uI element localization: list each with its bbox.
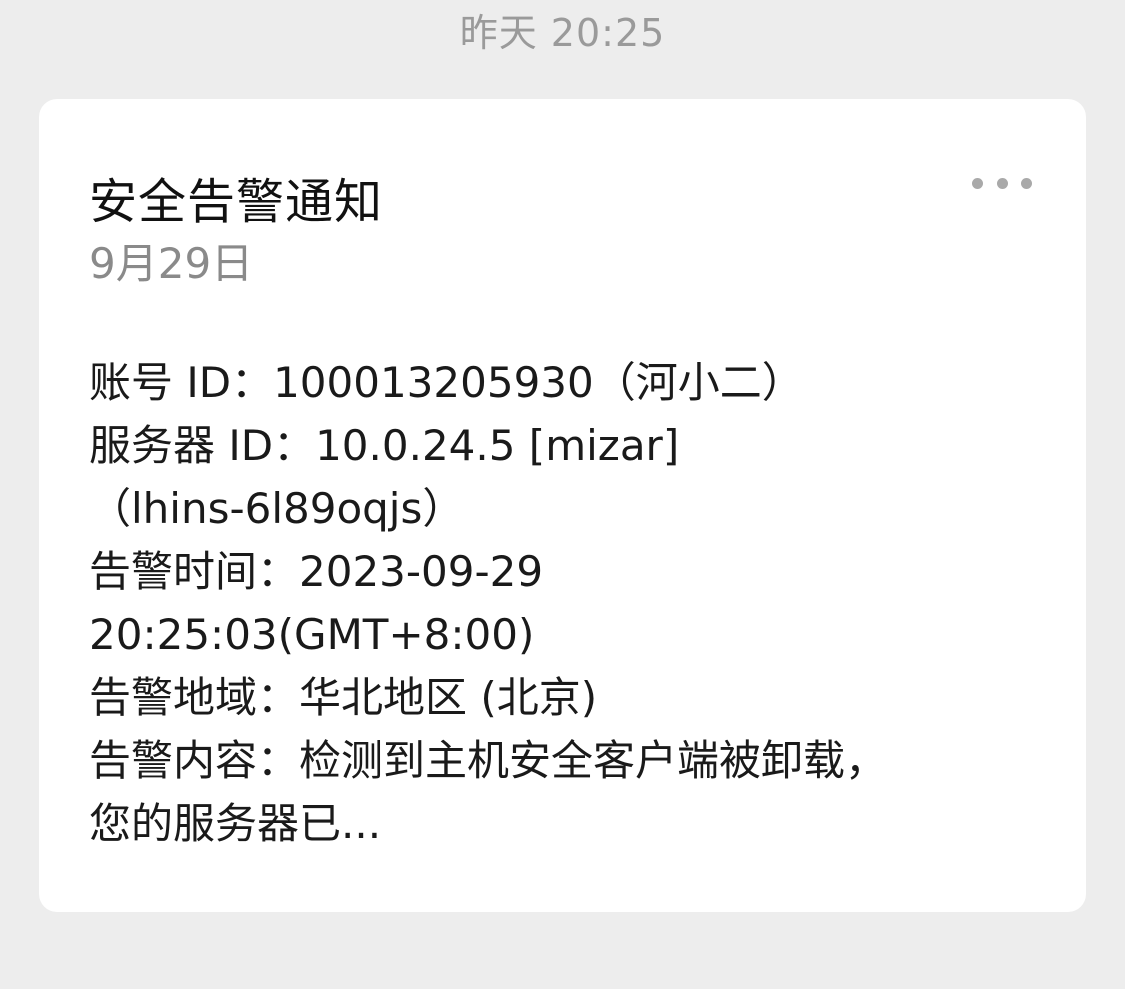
alert-time-line: 告警时间：2023-09-29 bbox=[89, 547, 544, 596]
account-id-line: 账号 ID：100013205930（河小二） bbox=[89, 358, 804, 407]
alert-region-line: 告警地域：华北地区 (北京) bbox=[89, 673, 598, 722]
alert-content-line: 告警内容：检测到主机安全客户端被卸载， bbox=[89, 736, 888, 785]
server-instance-line: （lhins-6l89oqjs） bbox=[89, 484, 465, 533]
security-alert-card[interactable]: 安全告警通知 9月29日 账号 ID：100013205930（河小二） 服务器… bbox=[39, 99, 1086, 912]
more-horizontal-icon bbox=[1021, 177, 1032, 189]
alert-content-continued-line: 您的服务器已... bbox=[89, 799, 382, 848]
more-horizontal-icon bbox=[972, 177, 983, 189]
card-body: 账号 ID：100013205930（河小二） 服务器 ID：10.0.24.5… bbox=[89, 351, 1049, 855]
alert-time-continued-line: 20:25:03(GMT+8:00) bbox=[89, 610, 535, 659]
more-options-button[interactable] bbox=[972, 165, 1032, 201]
card-date: 9月29日 bbox=[89, 239, 254, 288]
card-title: 安全告警通知 bbox=[89, 174, 384, 230]
more-horizontal-icon bbox=[996, 177, 1008, 189]
chat-timestamp: 昨天 20:25 bbox=[459, 11, 666, 55]
server-id-line: 服务器 ID：10.0.24.5 [mizar] bbox=[89, 421, 680, 470]
